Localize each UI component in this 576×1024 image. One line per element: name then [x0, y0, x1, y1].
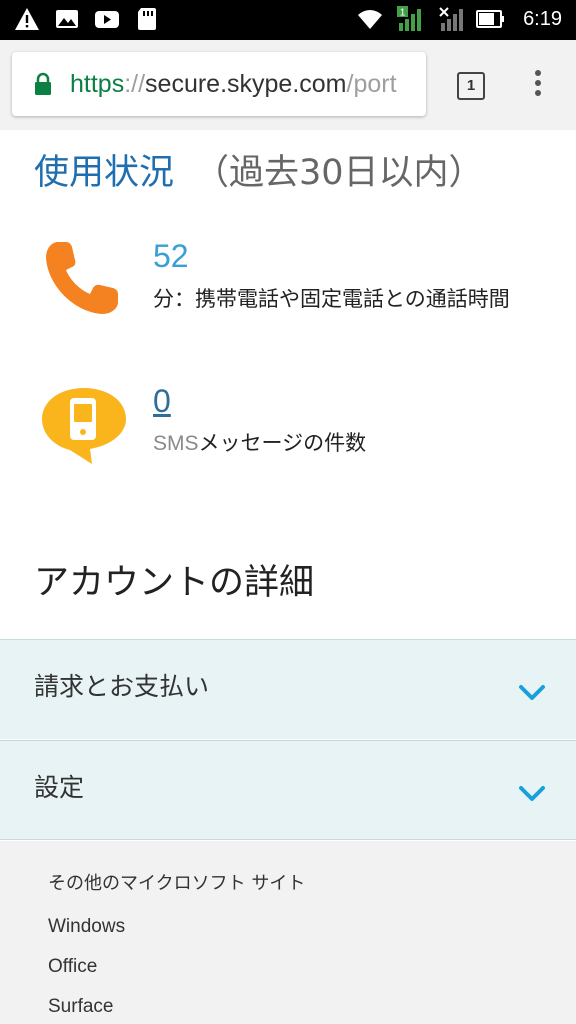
phone-icon: [46, 242, 118, 314]
wifi-icon: [358, 10, 383, 30]
footer-link-windows[interactable]: Windows: [48, 914, 125, 940]
url-path: /port: [346, 70, 397, 98]
url-text: https://secure.skype.com/port: [70, 68, 397, 100]
no-signal-icon: [439, 7, 464, 31]
warning-icon: [15, 8, 39, 30]
battery-icon: [476, 10, 505, 28]
call-minutes-value: 52: [153, 238, 189, 274]
usage-title: 使用状況: [34, 153, 175, 193]
url-scheme: https: [70, 70, 125, 98]
url-separator: ://: [124, 70, 146, 98]
account-details-heading: アカウントの詳細: [34, 563, 315, 603]
url-host: secure.skype.com: [145, 70, 347, 98]
footer-heading: その他のマイクロソフト サイト: [48, 873, 306, 894]
image-icon: [56, 10, 78, 28]
signal-icon: 1: [397, 6, 422, 31]
tab-switcher-button[interactable]: 1: [457, 72, 485, 100]
footer: その他のマイクロソフト サイト Windows Office Surface: [0, 841, 576, 1024]
browser-toolbar: https://secure.skype.com/port 1: [0, 40, 576, 130]
address-bar[interactable]: https://secure.skype.com/port: [12, 52, 426, 116]
status-bar: 1 6:19: [0, 0, 576, 40]
settings-accordion-label: 設定: [34, 773, 85, 802]
chevron-down-icon: [519, 685, 545, 700]
footer-link-surface[interactable]: Surface: [48, 994, 113, 1020]
footer-link-office[interactable]: Office: [48, 954, 97, 980]
usage-subtitle: （過去30日以内）: [194, 153, 484, 193]
sms-prefix: SMS: [153, 432, 199, 455]
sd-card-icon: [138, 8, 156, 30]
call-minutes-label: 分：携帯電話や固定電話との通話時間: [153, 287, 510, 311]
chevron-down-icon: [519, 786, 545, 801]
youtube-icon: [95, 11, 119, 28]
usage-heading: 使用状況 （過去30日以内）: [34, 150, 484, 196]
sms-icon: [42, 388, 126, 464]
sms-count-label: SMSメッセージの件数: [153, 428, 553, 459]
settings-accordion[interactable]: 設定: [0, 740, 576, 840]
menu-dot-icon: [535, 70, 541, 76]
billing-accordion-label: 請求とお支払い: [34, 672, 210, 701]
clock: 6:19: [523, 7, 562, 30]
sim-badge: 1: [400, 8, 406, 19]
menu-dot-icon: [535, 90, 541, 96]
sms-label-text: メッセージの件数: [198, 431, 367, 455]
menu-dot-icon: [535, 80, 541, 86]
billing-accordion[interactable]: 請求とお支払い: [0, 639, 576, 739]
sms-count-link[interactable]: 0: [153, 382, 171, 420]
overflow-menu-button[interactable]: [532, 70, 544, 100]
lock-icon: [35, 72, 51, 95]
